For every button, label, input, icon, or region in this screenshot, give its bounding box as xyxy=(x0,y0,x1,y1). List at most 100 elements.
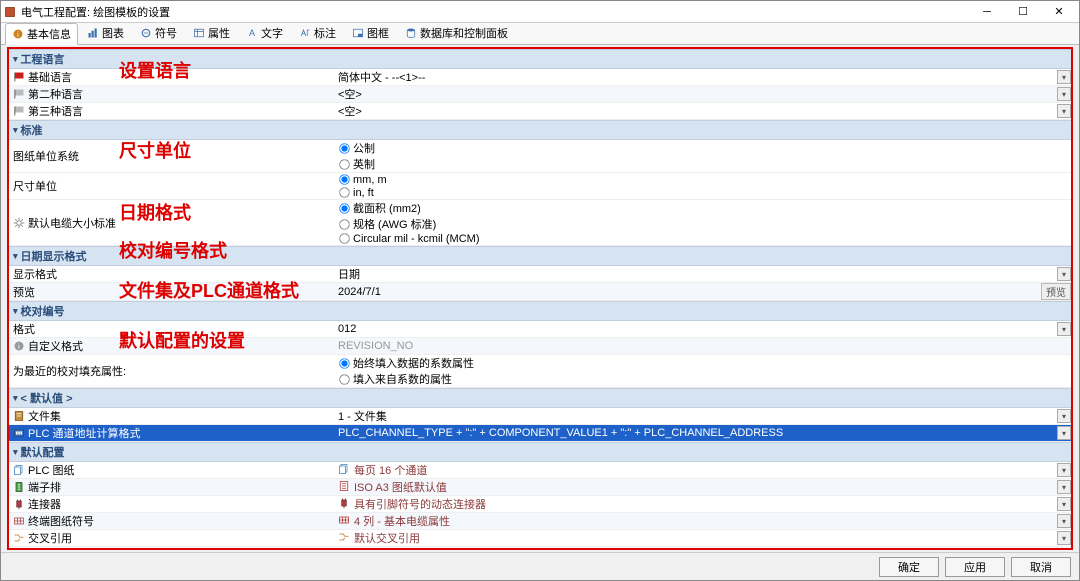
property-row[interactable]: 第二种语言<空>▾ xyxy=(9,86,1071,103)
property-value[interactable]: PLC_CHANNEL_TYPE + ":" + COMPONENT_VALUE… xyxy=(334,427,1057,439)
property-value[interactable]: 公制 英制 xyxy=(334,140,1057,172)
radio-option[interactable]: Circular mil - kcmil (MCM) xyxy=(338,232,479,245)
group-header[interactable]: 默认配置 xyxy=(9,442,1071,462)
property-row[interactable]: 默认电缆大小标准 截面积 (mm2) 规格 (AWG 标准) Circular … xyxy=(9,200,1071,246)
radio-option[interactable]: 公制 xyxy=(338,140,375,156)
group-header[interactable]: 日期显示格式 xyxy=(9,246,1071,266)
group-header[interactable]: < 默认值 > xyxy=(9,388,1071,408)
window-title: 电气工程配置: 绘图模板的设置 xyxy=(21,4,969,20)
property-row[interactable]: 终端图纸符号4 列 - 基本电缆属性▾ xyxy=(9,513,1071,530)
radio-option[interactable]: 截面积 (mm2) xyxy=(338,200,479,216)
minimize-button[interactable]: ─ xyxy=(969,2,1005,22)
property-value[interactable]: 1 - 文件集 xyxy=(334,408,1057,424)
content-panel[interactable]: 设置语言 尺寸单位 日期格式 校对编号格式 文件集及PLC通道格式 默认配置的设… xyxy=(7,47,1073,550)
property-row[interactable]: 基础语言简体中文 - --<1>--▾ xyxy=(9,69,1071,86)
config-dialog: 电气工程配置: 绘图模板的设置 ─ ☐ ✕ i基本信息图表符号属性A文字标注图框… xyxy=(0,0,1080,581)
property-value[interactable]: <空> xyxy=(334,86,1057,102)
property-row[interactable]: 格式012▾ xyxy=(9,321,1071,338)
property-row[interactable]: PLC 图纸每页 16 个通道▾ xyxy=(9,462,1071,479)
property-label: 格式 xyxy=(9,321,334,337)
property-row[interactable]: 端子排ISO A3 图纸默认值▾ xyxy=(9,479,1071,496)
dropdown-button[interactable]: ▾ xyxy=(1057,531,1071,545)
property-value[interactable]: 012 xyxy=(334,323,1057,335)
dropdown-button[interactable]: ▾ xyxy=(1057,70,1071,84)
property-row[interactable]: i自定义格式REVISION_NO xyxy=(9,338,1071,355)
tab-chart[interactable]: 图表 xyxy=(80,22,131,44)
group-header[interactable]: 标准 xyxy=(9,120,1071,140)
property-row[interactable]: PLC 通道地址计算格式PLC_CHANNEL_TYPE + ":" + COM… xyxy=(9,425,1071,442)
tab-text[interactable]: A文字 xyxy=(239,22,290,44)
property-row[interactable]: 显示格式日期▾ xyxy=(9,266,1071,283)
property-row[interactable]: 尺寸单位 mm, m in, ft xyxy=(9,173,1071,200)
maximize-button[interactable]: ☐ xyxy=(1005,2,1041,22)
group-header[interactable]: 工程语言 xyxy=(9,49,1071,69)
property-value[interactable]: ISO A3 图纸默认值 xyxy=(334,479,1057,495)
dropdown-button[interactable]: ▾ xyxy=(1057,409,1071,423)
radio-option[interactable]: 填入来自系数的属性 xyxy=(338,371,474,387)
property-label: 文件集 xyxy=(9,408,334,424)
dropdown-button[interactable]: ▾ xyxy=(1057,480,1071,494)
property-value[interactable]: 截面积 (mm2) 规格 (AWG 标准) Circular mil - kcm… xyxy=(334,200,1057,245)
dropdown-button[interactable]: ▾ xyxy=(1057,87,1071,101)
close-button[interactable]: ✕ xyxy=(1041,2,1077,22)
info-icon: i xyxy=(12,28,24,40)
property-value[interactable]: 简体中文 - --<1>-- xyxy=(334,69,1057,85)
property-row[interactable]: 连接器具有引脚符号的动态连接器▾ xyxy=(9,496,1071,513)
group-defcfg: 默认配置PLC 图纸每页 16 个通道▾端子排ISO A3 图纸默认值▾连接器具… xyxy=(9,442,1071,550)
property-value[interactable]: 始终填入数据的系数属性 填入来自系数的属性 xyxy=(334,355,1057,387)
property-row[interactable]: 预览2024/7/1预览 xyxy=(9,283,1071,301)
property-value[interactable]: 具有引脚符号的动态连接器 xyxy=(334,496,1057,512)
radio-option[interactable]: mm, m xyxy=(338,173,387,186)
tab-info[interactable]: i基本信息 xyxy=(5,23,78,45)
ok-button[interactable]: 确定 xyxy=(879,557,939,577)
dropdown-button[interactable]: ▾ xyxy=(1057,514,1071,528)
property-label: 端子排 xyxy=(9,479,334,495)
gear-icon xyxy=(13,217,25,229)
dropdown-button[interactable]: ▾ xyxy=(1057,104,1071,118)
property-label: 尺寸单位 xyxy=(9,178,334,194)
property-row[interactable]: 为最近的校对填充属性: 始终填入数据的系数属性 填入来自系数的属性 xyxy=(9,355,1071,388)
property-label: PLC 通道地址计算格式 xyxy=(9,425,334,441)
tab-attr[interactable]: 属性 xyxy=(186,22,237,44)
radio-option[interactable]: in, ft xyxy=(338,186,387,199)
dropdown-button[interactable]: ▾ xyxy=(1057,322,1071,336)
tab-db[interactable]: 数据库和控制面板 xyxy=(398,22,515,44)
tab-strip: i基本信息图表符号属性A文字标注图框数据库和控制面板 xyxy=(1,23,1079,45)
property-row[interactable]: 图纸样式|DefaultDrawingStyle_metric|▾ xyxy=(9,547,1071,550)
group-header[interactable]: 校对编号 xyxy=(9,301,1071,321)
property-row[interactable]: 交叉引用默认交叉引用▾ xyxy=(9,530,1071,547)
terminal-icon xyxy=(13,481,25,493)
property-value[interactable]: REVISION_NO xyxy=(334,340,1057,352)
dropdown-button[interactable]: ▾ xyxy=(1057,463,1071,477)
property-label: 终端图纸符号 xyxy=(9,513,334,529)
property-value[interactable]: 每页 16 个通道 xyxy=(334,462,1057,478)
dropdown-button[interactable]: ▾ xyxy=(1057,267,1071,281)
flag-red-icon xyxy=(13,71,25,83)
property-value[interactable]: 默认交叉引用 xyxy=(334,530,1057,546)
property-row[interactable]: 第三种语言<空>▾ xyxy=(9,103,1071,120)
property-value[interactable]: 4 列 - 基本电缆属性 xyxy=(334,513,1057,529)
cancel-button[interactable]: 取消 xyxy=(1011,557,1071,577)
tab-symbol[interactable]: 符号 xyxy=(133,22,184,44)
property-row[interactable]: 图纸单位系统 公制 英制 xyxy=(9,140,1071,173)
radio-option[interactable]: 英制 xyxy=(338,156,375,172)
symbol-icon xyxy=(140,27,152,39)
property-value[interactable]: mm, m in, ft xyxy=(334,173,1057,199)
property-value[interactable]: 日期 xyxy=(334,266,1057,282)
dropdown-button[interactable]: ▾ xyxy=(1057,548,1071,550)
property-value[interactable]: |DefaultDrawingStyle_metric| xyxy=(334,548,1057,551)
property-label: 图纸样式 xyxy=(9,547,334,550)
apply-button[interactable]: 应用 xyxy=(945,557,1005,577)
property-row[interactable]: 文件集1 - 文件集▾ xyxy=(9,408,1071,425)
dropdown-button[interactable]: ▾ xyxy=(1057,497,1071,511)
preview-button[interactable]: 预览 xyxy=(1041,283,1071,300)
property-value[interactable]: <空> xyxy=(334,103,1057,119)
tab-mark[interactable]: 标注 xyxy=(292,22,343,44)
radio-option[interactable]: 规格 (AWG 标准) xyxy=(338,216,479,232)
dropdown-button[interactable]: ▾ xyxy=(1057,426,1071,440)
property-value[interactable]: 2024/7/1 xyxy=(334,286,1041,298)
tab-title[interactable]: 图框 xyxy=(345,22,396,44)
xref-icon xyxy=(13,532,25,544)
svg-text:A: A xyxy=(249,28,255,38)
radio-option[interactable]: 始终填入数据的系数属性 xyxy=(338,355,474,371)
